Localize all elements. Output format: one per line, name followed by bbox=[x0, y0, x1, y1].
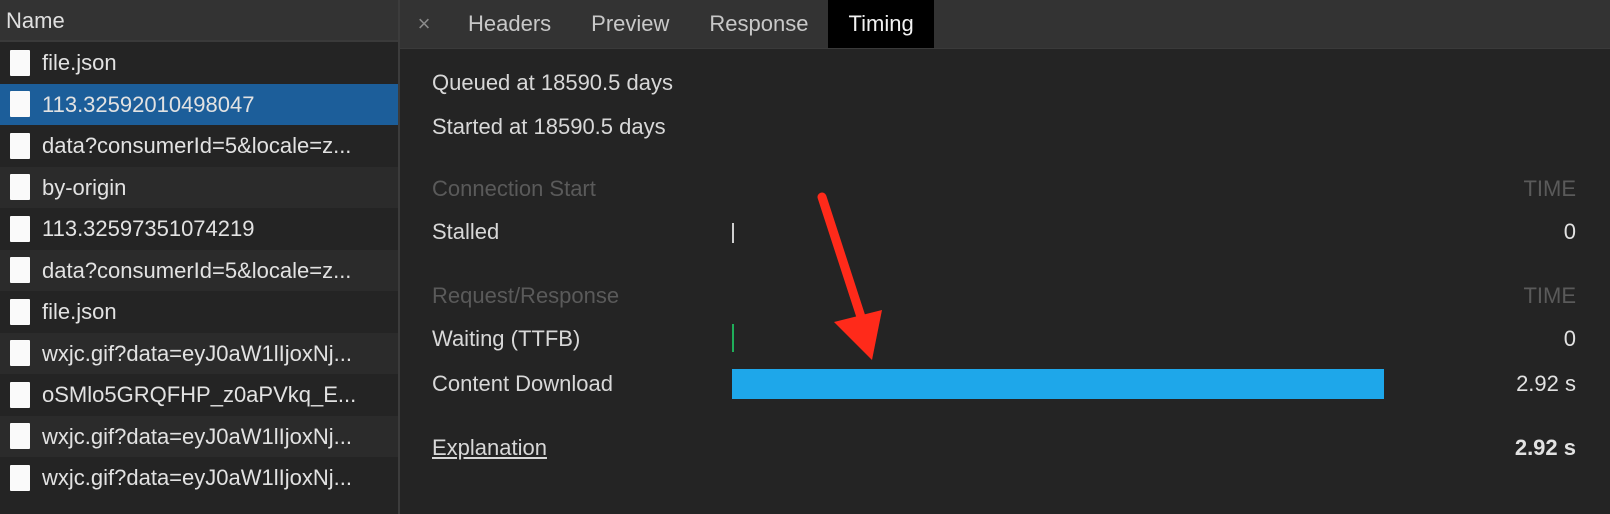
request-row[interactable]: file.json bbox=[0, 42, 398, 84]
tab-headers[interactable]: Headers bbox=[448, 0, 571, 48]
content-download-bar bbox=[732, 369, 1384, 399]
tab-preview[interactable]: Preview bbox=[571, 0, 689, 48]
file-icon bbox=[10, 464, 30, 491]
file-icon bbox=[10, 215, 30, 242]
name-column-header[interactable]: Name bbox=[0, 0, 398, 42]
file-icon bbox=[10, 381, 30, 408]
request-name: oSMlo5GRQFHP_z0aPVkq_E... bbox=[42, 382, 357, 407]
request-row[interactable]: wxjc.gif?data=eyJ0aW1lIjoxNj... bbox=[0, 415, 398, 457]
waiting-ttfb-label: Waiting (TTFB) bbox=[432, 326, 581, 351]
request-name: file.json bbox=[42, 50, 117, 75]
file-icon bbox=[10, 49, 30, 76]
stalled-value: 0 bbox=[1563, 219, 1576, 244]
started-at-text: Started at 18590.5 days bbox=[432, 114, 666, 139]
file-icon bbox=[10, 132, 30, 159]
tab-response[interactable]: Response bbox=[689, 0, 828, 48]
request-row-selected[interactable]: 113.32592010498047 bbox=[0, 83, 398, 125]
request-list: file.json 113.32592010498047 data?consum… bbox=[0, 42, 398, 499]
stalled-tick bbox=[732, 223, 734, 243]
request-row[interactable]: wxjc.gif?data=eyJ0aW1lIjoxNj... bbox=[0, 332, 398, 374]
request-name: 113.32592010498047 bbox=[42, 91, 255, 117]
request-name: file.json bbox=[42, 299, 117, 324]
content-download-label: Content Download bbox=[432, 371, 614, 396]
details-tab-bar: × Headers Preview Response Timing bbox=[400, 0, 1610, 49]
request-row[interactable]: by-origin bbox=[0, 166, 398, 208]
request-name: wxjc.gif?data=eyJ0aW1lIjoxNj... bbox=[42, 465, 352, 490]
time-column-header: TIME bbox=[1523, 283, 1576, 308]
file-icon bbox=[10, 340, 30, 367]
request-name: 113.32597351074219 bbox=[42, 216, 255, 241]
waiting-value: 0 bbox=[1563, 326, 1576, 351]
request-response-heading: Request/Response bbox=[432, 283, 620, 308]
details-panel: × Headers Preview Response Timing Queued… bbox=[400, 0, 1610, 514]
request-name: data?consumerId=5&locale=z... bbox=[42, 133, 352, 158]
request-name: data?consumerId=5&locale=z... bbox=[42, 257, 352, 283]
request-name: by-origin bbox=[42, 174, 127, 200]
file-icon bbox=[10, 174, 30, 201]
close-icon[interactable]: × bbox=[400, 0, 448, 48]
content-download-value: 2.92 s bbox=[1516, 371, 1576, 396]
request-row[interactable]: data?consumerId=5&locale=z... bbox=[0, 125, 398, 167]
stalled-label: Stalled bbox=[432, 219, 500, 244]
request-name: wxjc.gif?data=eyJ0aW1lIjoxNj... bbox=[42, 423, 352, 449]
file-icon bbox=[10, 298, 30, 325]
file-icon bbox=[10, 91, 30, 118]
file-icon bbox=[10, 257, 30, 284]
request-row[interactable]: oSMlo5GRQFHP_z0aPVkq_E... bbox=[0, 374, 398, 416]
request-row[interactable]: file.json bbox=[0, 291, 398, 333]
connection-start-heading: Connection Start bbox=[432, 176, 596, 201]
file-icon bbox=[10, 423, 30, 450]
explanation-link[interactable]: Explanation bbox=[432, 435, 547, 461]
total-time-value: 2.92 s bbox=[1514, 435, 1576, 460]
time-column-header: TIME bbox=[1523, 176, 1576, 201]
queued-at-text: Queued at 18590.5 days bbox=[432, 70, 673, 95]
request-row[interactable]: data?consumerId=5&locale=z... bbox=[0, 249, 398, 291]
tab-timing[interactable]: Timing bbox=[828, 0, 934, 48]
request-row[interactable]: wxjc.gif?data=eyJ0aW1lIjoxNj... bbox=[0, 457, 398, 499]
request-row[interactable]: 113.32597351074219 bbox=[0, 208, 398, 250]
request-name: wxjc.gif?data=eyJ0aW1lIjoxNj... bbox=[42, 340, 352, 366]
waiting-tick bbox=[732, 324, 734, 352]
request-list-panel: Name file.json 113.32592010498047 data?c… bbox=[0, 0, 400, 514]
